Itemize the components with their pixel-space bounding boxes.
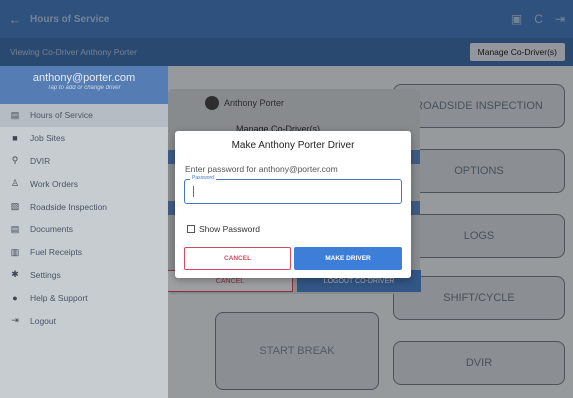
document-icon: ▧ — [10, 201, 20, 212]
drawer-item-label: Work Orders — [30, 178, 79, 189]
fuel-pump-icon: ▥ — [10, 246, 20, 257]
change-driver-hint: Tap to add or change driver — [47, 85, 121, 91]
drawer-item-label: Roadside Inspection — [30, 201, 108, 212]
search-icon: ⚲ — [11, 155, 19, 166]
drawer-item-hours-of-service[interactable]: ▤ Hours of Service — [0, 104, 168, 127]
show-password-label: Show Password — [199, 224, 260, 234]
drawer-item-label: Documents — [30, 224, 73, 235]
show-password-checkbox[interactable]: Show Password — [187, 224, 260, 234]
cancel-button[interactable]: CANCEL — [184, 247, 291, 270]
make-driver-button[interactable]: MAKE DRIVER — [294, 247, 402, 270]
drawer-item-fuel-receipts[interactable]: ▥ Fuel Receipts — [0, 241, 168, 264]
checkbox-icon[interactable] — [187, 225, 195, 233]
drawer-item-label: Logout — [30, 315, 56, 326]
drawer-item-label: Job Sites — [30, 133, 65, 144]
drawer-item-work-orders[interactable]: ♙ Work Orders — [0, 172, 168, 195]
drawer-item-settings[interactable]: ✱ Settings — [0, 264, 168, 287]
file-icon: ▤ — [10, 223, 20, 234]
drawer-item-label: Help & Support — [30, 292, 88, 303]
make-driver-dialog: Make Anthony Porter Driver Enter passwor… — [175, 131, 411, 278]
drawer-item-logout[interactable]: ⇥ Logout — [0, 309, 168, 332]
help-icon: ● — [12, 292, 18, 303]
drawer-item-job-sites[interactable]: ■ Job Sites — [0, 127, 168, 150]
password-field[interactable]: Password — [184, 175, 402, 204]
drawer-item-roadside-inspection[interactable]: ▧ Roadside Inspection — [0, 195, 168, 218]
drawer-item-label: Fuel Receipts — [30, 247, 82, 258]
log-book-icon: ▤ — [10, 109, 20, 120]
drawer-item-documents[interactable]: ▤ Documents — [0, 218, 168, 241]
drawer-item-dvir[interactable]: ⚲ DVIR — [0, 150, 168, 173]
drawer-item-label: DVIR — [30, 155, 51, 166]
driver-email: anthony@porter.com — [32, 72, 136, 84]
drawer-item-help-support[interactable]: ● Help & Support — [0, 286, 168, 309]
drawer-item-label: Hours of Service — [30, 110, 93, 121]
drawer-header[interactable]: anthony@porter.com Tap to add or change … — [0, 66, 168, 104]
logout-icon: ⇥ — [11, 315, 19, 326]
dialog-title: Make Anthony Porter Driver — [231, 140, 355, 151]
password-field-label: Password — [190, 175, 216, 181]
briefcase-icon: ■ — [12, 133, 18, 144]
gear-icon: ✱ — [11, 269, 19, 280]
password-input[interactable] — [193, 184, 393, 199]
drawer-item-label: Settings — [30, 269, 61, 280]
password-prompt: Enter password for anthony@porter.com — [185, 164, 338, 174]
person-icon: ♙ — [10, 178, 20, 189]
navigation-drawer: anthony@porter.com Tap to add or change … — [0, 66, 168, 398]
